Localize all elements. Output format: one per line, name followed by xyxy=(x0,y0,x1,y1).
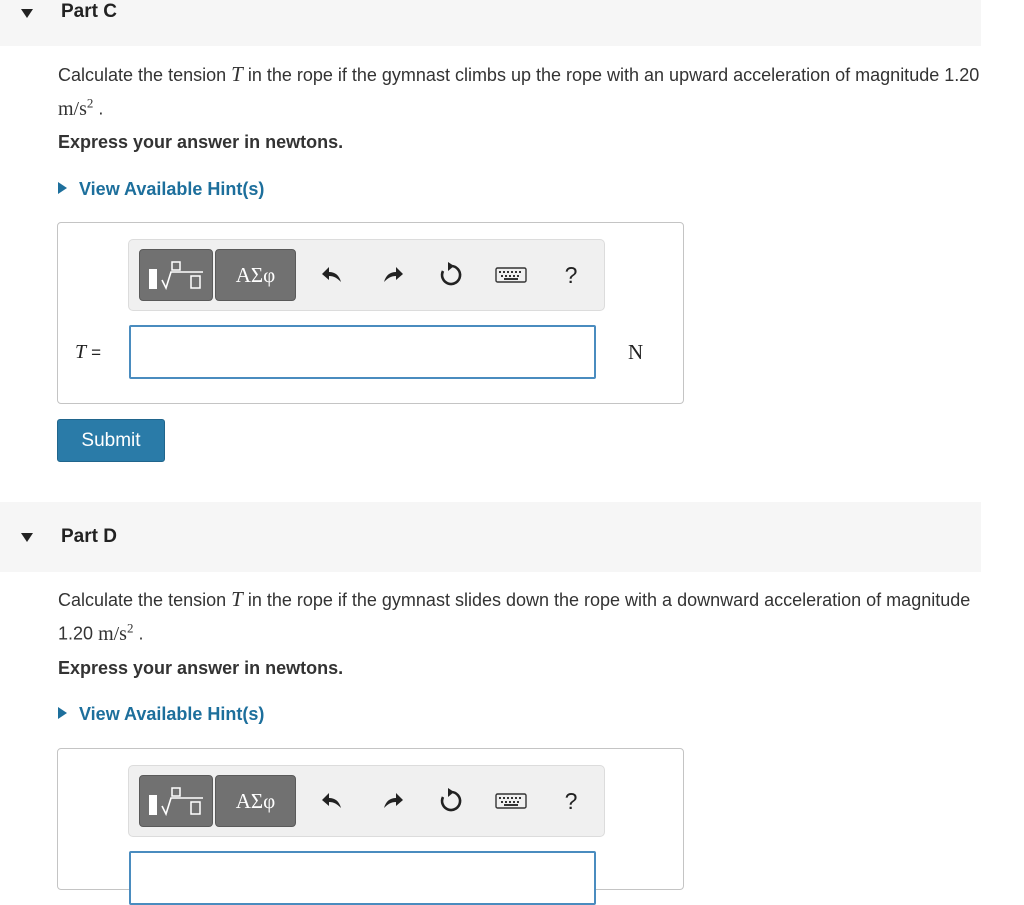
unit-label: N xyxy=(628,340,644,364)
question-body: in the rope if the gymnast climbs up the… xyxy=(247,65,980,85)
math-toolbar: ΑΣφ ? xyxy=(128,239,605,311)
question-variable: T xyxy=(231,587,243,611)
answer-input[interactable] xyxy=(129,325,596,379)
acceleration-unit: m/s2 xyxy=(58,95,94,120)
question-text: Calculate the tension T in the rope if t… xyxy=(58,586,988,648)
undo-icon[interactable] xyxy=(316,258,350,292)
question-end: . xyxy=(138,623,144,644)
question-prefix: Calculate the tension xyxy=(58,590,227,610)
templates-icon xyxy=(149,787,203,817)
redo-icon[interactable] xyxy=(375,258,409,292)
templates-icon xyxy=(149,261,203,291)
help-icon[interactable]: ? xyxy=(554,784,588,818)
submit-button[interactable]: Submit xyxy=(57,419,165,462)
answer-input[interactable] xyxy=(129,851,596,905)
question-variable: T xyxy=(231,62,243,86)
acceleration-unit: m/s2 xyxy=(98,620,134,645)
answer-box: ΑΣφ ? xyxy=(57,748,684,905)
collapse-triangle-icon[interactable] xyxy=(21,9,33,18)
templates-button[interactable] xyxy=(139,249,213,301)
expand-triangle-icon xyxy=(58,707,67,719)
math-toolbar: ΑΣφ ? xyxy=(128,765,605,837)
view-hints-link[interactable]: View Available Hint(s) xyxy=(58,704,264,725)
answer-instruction: Express your answer in newtons. xyxy=(58,132,344,152)
keyboard-icon[interactable] xyxy=(494,784,528,818)
question-text: Calculate the tension T in the rope if t… xyxy=(58,61,988,123)
answer-box: ΑΣφ ? T = N xyxy=(57,222,684,404)
collapse-triangle-icon[interactable] xyxy=(21,533,33,542)
part-d-header[interactable]: Part D xyxy=(0,502,981,572)
undo-icon[interactable] xyxy=(316,784,350,818)
equation-label: T = xyxy=(75,341,102,363)
greek-symbols-button[interactable]: ΑΣφ xyxy=(215,249,296,301)
redo-icon[interactable] xyxy=(375,784,409,818)
part-title: Part D xyxy=(61,526,117,547)
part-c-header[interactable]: Part C xyxy=(0,0,981,46)
reset-icon[interactable] xyxy=(434,784,468,818)
expand-triangle-icon xyxy=(58,182,67,194)
reset-icon[interactable] xyxy=(434,258,468,292)
question-end: . xyxy=(98,98,104,119)
templates-button[interactable] xyxy=(139,775,213,827)
answer-instruction: Express your answer in newtons. xyxy=(58,658,344,678)
greek-symbols-button[interactable]: ΑΣφ xyxy=(215,775,296,827)
help-icon[interactable]: ? xyxy=(554,258,588,292)
keyboard-icon[interactable] xyxy=(494,258,528,292)
view-hints-link[interactable]: View Available Hint(s) xyxy=(58,179,264,200)
part-title: Part C xyxy=(61,1,117,22)
question-prefix: Calculate the tension xyxy=(58,65,227,85)
